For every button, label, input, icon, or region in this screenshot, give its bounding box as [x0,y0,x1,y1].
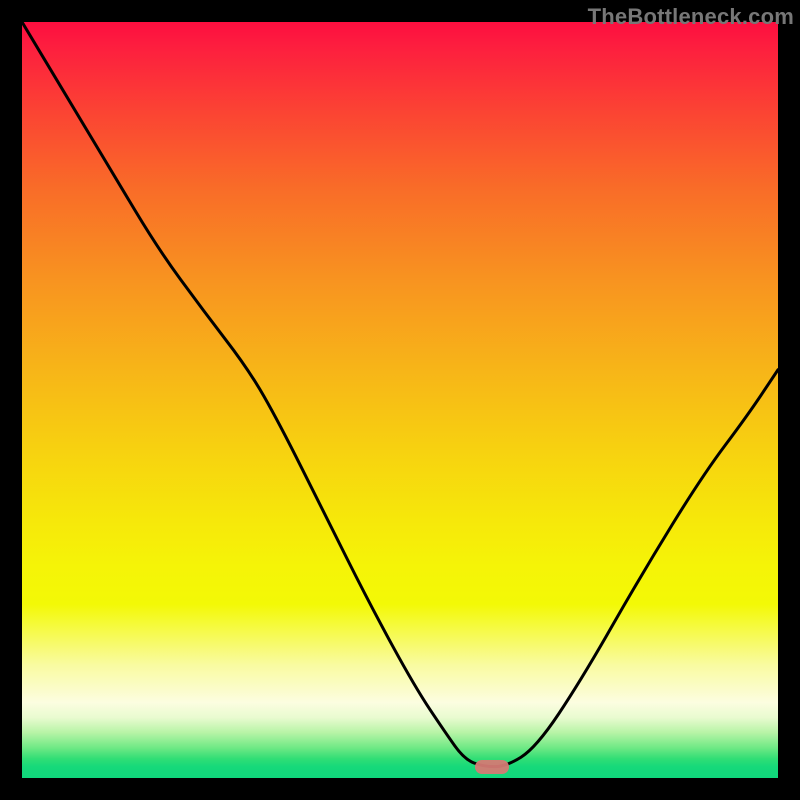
watermark-text: TheBottleneck.com [588,4,794,30]
chart-plot-area [22,22,778,778]
optimal-marker [475,760,509,774]
bottleneck-curve [22,22,778,778]
chart-frame: TheBottleneck.com [0,0,800,800]
